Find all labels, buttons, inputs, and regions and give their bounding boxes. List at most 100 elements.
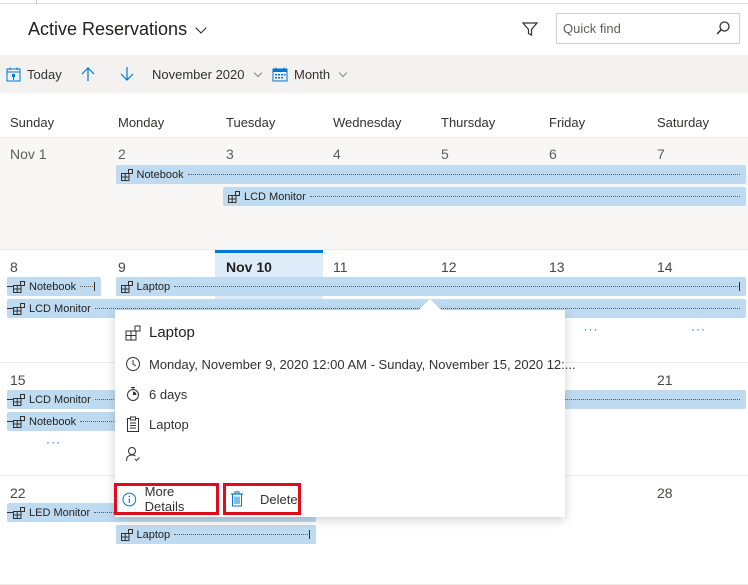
day-of-week-header: Sunday Monday Tuesday Wednesday Thursday… bbox=[0, 112, 748, 138]
day-number[interactable]: 15 bbox=[10, 372, 26, 388]
clock-icon bbox=[126, 357, 140, 371]
arrow-up-icon bbox=[81, 67, 95, 81]
popup-time-range: Monday, November 9, 2020 12:00 AM - Sund… bbox=[149, 356, 576, 372]
delete-button[interactable]: Delete bbox=[223, 483, 301, 515]
resource-icon bbox=[13, 415, 25, 428]
view-title: Active Reservations bbox=[28, 19, 188, 39]
event-title: LCD Monitor bbox=[29, 302, 91, 315]
day-number[interactable]: 4 bbox=[333, 146, 341, 162]
calendar-month-icon bbox=[272, 67, 288, 81]
popup-duration-row: 6 days bbox=[125, 386, 187, 402]
view-mode-picker[interactable]: Month bbox=[272, 55, 348, 93]
event-quick-view: Laptop Monday, November 9, 2020 12:00 AM… bbox=[114, 298, 576, 517]
resource-icon bbox=[13, 280, 25, 293]
today-label: Today bbox=[27, 66, 62, 82]
duration-line bbox=[94, 308, 740, 309]
day-number[interactable]: 22 bbox=[10, 485, 26, 501]
day-number[interactable]: 13 bbox=[549, 259, 565, 275]
dow-friday: Friday bbox=[549, 115, 586, 130]
resource-icon bbox=[13, 302, 25, 315]
popup-duration: 6 days bbox=[149, 386, 188, 402]
next-button[interactable] bbox=[119, 55, 135, 93]
dow-tuesday: Tuesday bbox=[226, 115, 276, 130]
more-events-link[interactable]: ··· bbox=[691, 322, 706, 336]
event-title: Notebook bbox=[136, 168, 184, 181]
quick-find-input[interactable] bbox=[557, 14, 707, 43]
more-events-link[interactable]: ··· bbox=[584, 322, 599, 336]
today-button[interactable]: Today bbox=[6, 55, 62, 93]
resource-icon bbox=[120, 280, 133, 293]
dow-monday: Monday bbox=[118, 115, 165, 130]
reservation-event[interactable]: Notebook bbox=[115, 165, 746, 184]
dow-thursday: Thursday bbox=[441, 115, 496, 130]
previous-button[interactable] bbox=[80, 55, 96, 93]
dow-wednesday: Wednesday bbox=[333, 115, 402, 130]
popup-time-row: Monday, November 9, 2020 12:00 AM - Sund… bbox=[125, 356, 576, 372]
duration-line bbox=[174, 534, 308, 535]
event-title: Laptop bbox=[136, 280, 171, 293]
day-number[interactable]: 14 bbox=[657, 259, 673, 275]
resource-icon bbox=[13, 393, 25, 406]
dow-sunday: Sunday bbox=[10, 115, 55, 130]
info-icon bbox=[122, 492, 137, 506]
popup-resource-row: Laptop bbox=[125, 416, 189, 432]
event-title: Notebook bbox=[29, 415, 77, 428]
popup-owner-row bbox=[125, 446, 149, 462]
filter-icon[interactable] bbox=[521, 20, 539, 38]
duration-line bbox=[80, 286, 93, 287]
contact-icon bbox=[126, 447, 140, 462]
reservation-event[interactable]: Laptop bbox=[115, 277, 746, 296]
day-number[interactable]: Nov 1 bbox=[10, 146, 47, 162]
day-number[interactable]: 5 bbox=[441, 146, 449, 162]
period-picker[interactable]: November 2020 bbox=[152, 55, 262, 93]
event-title: LCD Monitor bbox=[244, 190, 306, 203]
calendar-toolbar: Today November 2020 Month bbox=[0, 55, 748, 93]
view-header: Active Reservations bbox=[0, 4, 748, 55]
resource-icon bbox=[120, 528, 133, 541]
timer-icon bbox=[127, 387, 139, 401]
calendar-today-icon bbox=[6, 67, 21, 81]
view-selector[interactable]: Active Reservations bbox=[28, 19, 207, 40]
more-events-link[interactable]: ··· bbox=[46, 435, 61, 449]
day-number[interactable]: 21 bbox=[657, 372, 673, 388]
duration-line bbox=[187, 174, 740, 175]
more-details-label: More Details bbox=[144, 484, 185, 514]
trash-icon bbox=[231, 491, 243, 507]
event-title: Notebook bbox=[29, 280, 77, 293]
today-date[interactable]: Nov 10 bbox=[226, 259, 272, 275]
search-icon[interactable] bbox=[715, 20, 731, 36]
duration-line bbox=[309, 196, 740, 197]
day-number[interactable]: 2 bbox=[118, 146, 126, 162]
arrow-down-icon bbox=[120, 67, 134, 81]
reservation-event[interactable]: LCD Monitor bbox=[223, 187, 746, 206]
day-number[interactable]: 7 bbox=[657, 146, 665, 162]
popup-title: Laptop bbox=[149, 324, 195, 341]
popup-resource: Laptop bbox=[149, 416, 189, 432]
delete-label: Delete bbox=[260, 491, 298, 507]
resource-icon bbox=[228, 190, 240, 203]
event-title: LCD Monitor bbox=[29, 393, 91, 406]
day-number[interactable]: 8 bbox=[10, 259, 18, 275]
day-number[interactable]: 11 bbox=[333, 259, 348, 275]
view-mode-label: Month bbox=[294, 66, 331, 82]
day-number[interactable]: 28 bbox=[657, 485, 673, 501]
reservation-event[interactable]: Laptop bbox=[115, 525, 316, 544]
day-number[interactable]: 12 bbox=[441, 259, 457, 275]
day-number[interactable]: 9 bbox=[118, 259, 126, 275]
chevron-down-icon bbox=[195, 21, 207, 34]
end-marker bbox=[308, 530, 310, 539]
duration-line bbox=[174, 286, 738, 287]
reservation-event[interactable]: Notebook bbox=[7, 277, 101, 296]
resource-icon bbox=[13, 506, 25, 519]
day-number[interactable]: 3 bbox=[226, 146, 234, 162]
day-number[interactable]: 6 bbox=[549, 146, 557, 162]
clipboard-icon bbox=[127, 416, 139, 432]
week-row: Nov 1 2 3 4 5 6 7 Notebook LCD Monitor bbox=[0, 138, 748, 250]
dow-saturday: Saturday bbox=[657, 115, 710, 130]
quick-find-box bbox=[556, 13, 740, 44]
chevron-down-icon bbox=[338, 68, 348, 77]
popup-title-row: Laptop bbox=[125, 324, 195, 341]
more-details-button[interactable]: More Details bbox=[114, 483, 219, 515]
resource-icon bbox=[125, 325, 141, 340]
chevron-down-icon bbox=[253, 68, 262, 77]
